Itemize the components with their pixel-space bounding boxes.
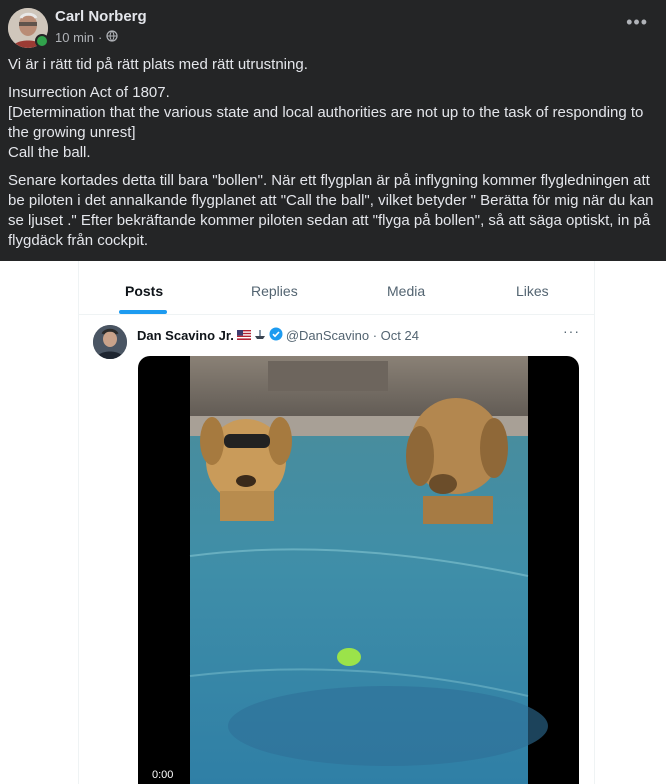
tab-media: Media: [387, 283, 426, 299]
post-text-line: Senare kortades detta till bara "bollen"…: [8, 172, 654, 249]
post-media[interactable]: Posts Replies Media Likes Dan Scavino Jr…: [0, 261, 666, 784]
meta-separator: ·: [98, 30, 103, 45]
video-player: 0:00: [138, 356, 579, 784]
tweet-avatar: [93, 325, 127, 359]
post-text-line: Call the ball.: [8, 144, 91, 161]
tweet-author: Dan Scavino Jr. @DanScavino · Oct 24: [137, 327, 419, 344]
tab-replies: Replies: [251, 283, 298, 299]
author-avatar[interactable]: [8, 8, 49, 48]
online-status-dot: [35, 34, 49, 48]
profile-tabs: Posts Replies Media Likes: [79, 261, 594, 315]
tab-posts: Posts: [125, 283, 164, 299]
video-time: 0:00: [152, 769, 173, 781]
post-time[interactable]: 10 min: [55, 30, 94, 45]
post-text-line: Vi är i rätt tid på rätt plats med rätt …: [8, 56, 308, 73]
twitter-screenshot: Posts Replies Media Likes Dan Scavino Jr…: [78, 261, 595, 784]
tweet-more-icon: ···: [563, 323, 580, 339]
tweet-author-name: Dan Scavino Jr.: [137, 328, 234, 343]
post-text-line: Insurrection Act of 1807.: [8, 84, 170, 101]
post-text-line: [Determination that the various state an…: [8, 104, 644, 141]
verified-icon: [269, 327, 283, 344]
video-frame: 0:00: [152, 356, 548, 784]
active-tab-indicator: [119, 310, 167, 314]
post-body: Vi är i rätt tid på rätt plats med rätt …: [8, 55, 656, 259]
post-meta: 10 min ·: [55, 30, 118, 45]
author-name[interactable]: Carl Norberg: [55, 8, 147, 25]
us-flag-icon: [236, 328, 251, 343]
ship-icon: [254, 328, 266, 343]
post-header: Carl Norberg 10 min · •••: [0, 0, 666, 56]
more-options-button[interactable]: •••: [626, 12, 648, 33]
tab-likes: Likes: [516, 283, 549, 299]
globe-icon: [106, 30, 118, 45]
tweet-handle-date: @DanScavino · Oct 24: [285, 328, 419, 343]
